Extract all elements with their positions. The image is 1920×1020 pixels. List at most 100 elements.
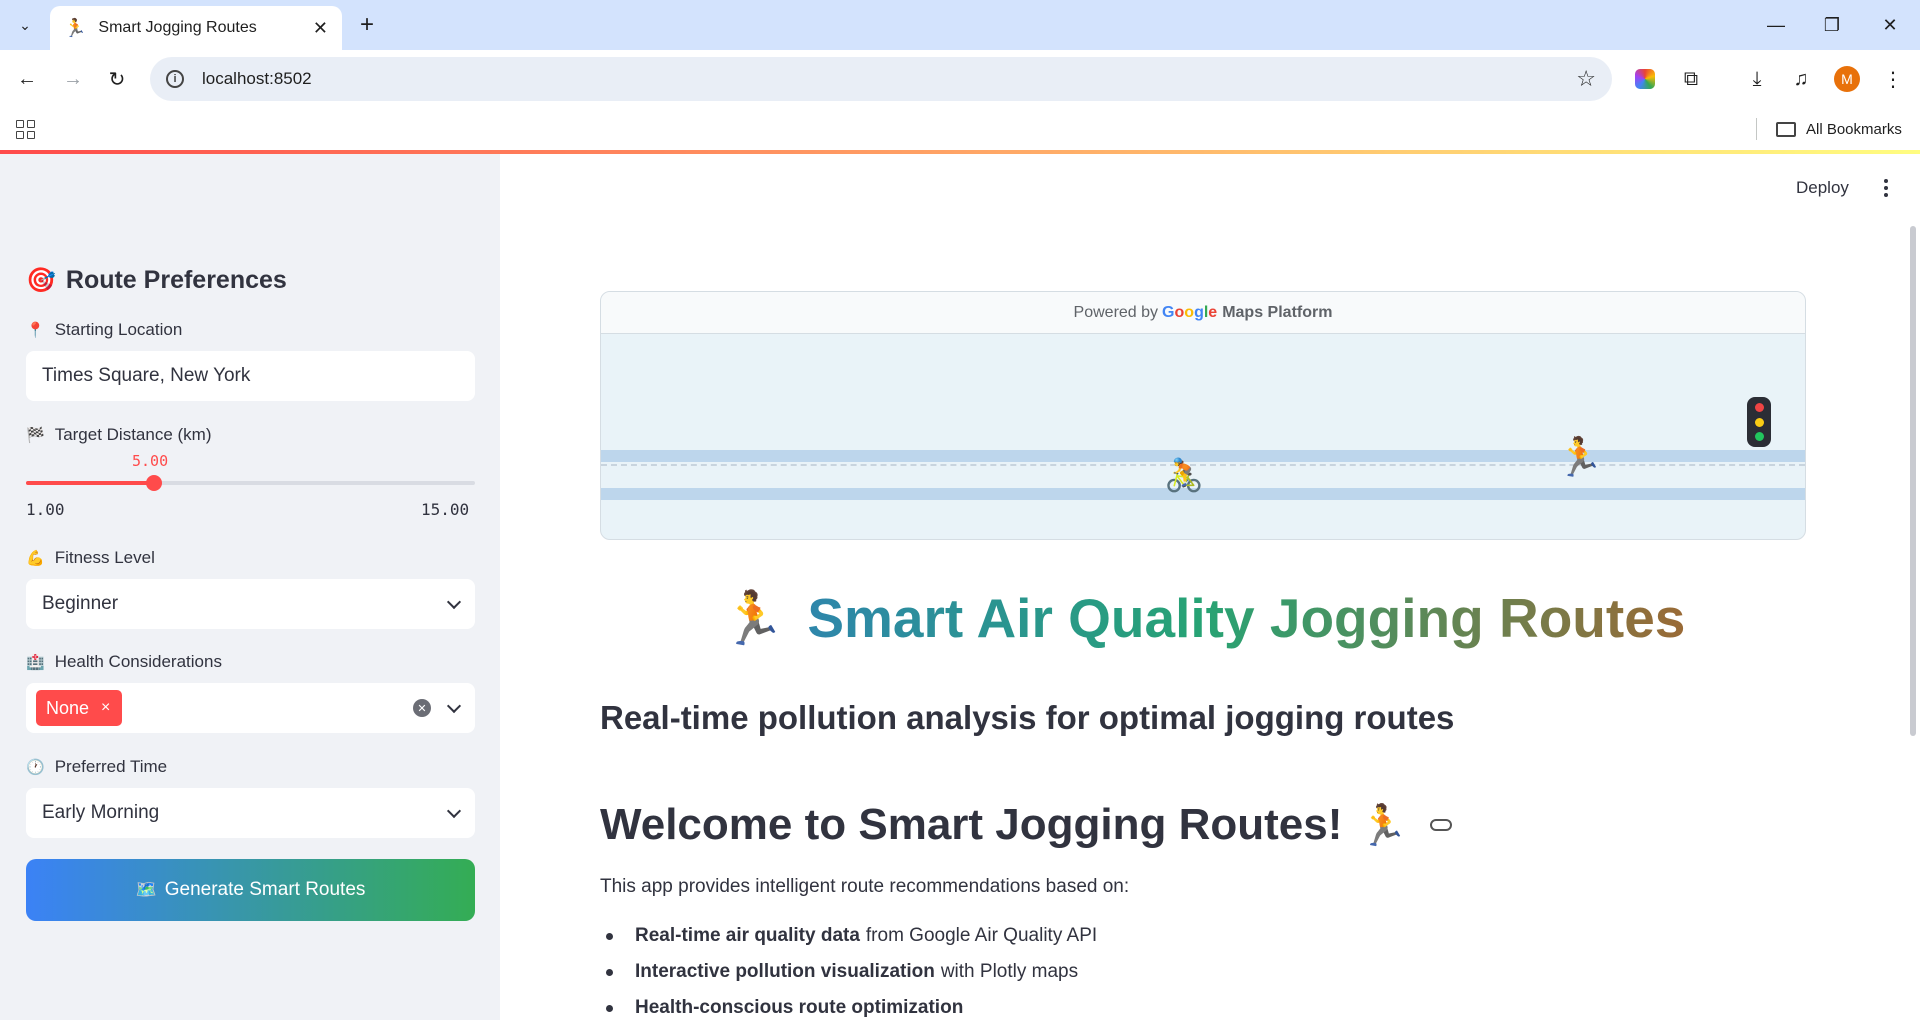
new-tab-icon[interactable]: + (352, 10, 382, 40)
app-title-text: Smart Air Quality Jogging Routes (807, 587, 1686, 649)
feature-rest: with Plotly maps (940, 961, 1079, 982)
google-logo-letter: e (1208, 303, 1218, 321)
tab-close-icon[interactable]: ✕ (313, 18, 328, 39)
feature-bold: Interactive pollution visualization (635, 961, 935, 982)
scrollbar[interactable] (1910, 226, 1916, 736)
anchor-link-icon[interactable] (1430, 819, 1453, 831)
tab-favicon: 🏃 (64, 17, 87, 38)
media-controls-icon[interactable]: ♫ (1784, 62, 1818, 96)
target-icon: 🎯 (26, 267, 56, 294)
hospital-icon: 🏥 (26, 654, 45, 671)
forward-icon[interactable]: → (56, 62, 90, 96)
starting-location-label-text: Starting Location (54, 320, 183, 339)
powered-by-header: Powered by Google Maps Platform (601, 292, 1805, 334)
browser-toolbar: ← → ↻ i localhost:8502 ☆ ⧉ ⤓ ♫ M ⋮ (0, 50, 1920, 108)
maps-platform-text: Maps Platform (1222, 303, 1333, 321)
sidebar-title: 🎯 Route Preferences (26, 266, 287, 295)
back-icon[interactable]: ← (10, 62, 44, 96)
intro-text: This app provides intelligent route reco… (600, 876, 1130, 897)
color-extension-icon[interactable] (1628, 62, 1662, 96)
runner-icon: 🏃 (1556, 437, 1604, 479)
feature-list: Real-time air quality data from Google Ai… (600, 918, 1097, 1020)
apps-grid-icon[interactable] (12, 116, 38, 142)
list-item: Health-conscious route optimization (600, 990, 1097, 1020)
checkered-flag-icon: 🏁 (26, 427, 45, 444)
app-subtitle: Real-time pollution analysis for optimal… (600, 699, 1455, 736)
restore-icon[interactable]: ❐ (1812, 8, 1852, 42)
generate-routes-button[interactable]: 🗺️ Generate Smart Routes (26, 859, 475, 921)
google-logo-text: Google (1162, 304, 1217, 322)
preferred-time-value: Early Morning (42, 802, 160, 823)
site-info-icon[interactable]: i (166, 70, 184, 88)
feature-bold: Health-conscious route optimization (635, 997, 964, 1018)
bookmarks-bar: All Bookmarks (0, 108, 1920, 150)
sidebar-title-text: Route Preferences (65, 266, 287, 294)
bookmark-star-icon[interactable]: ☆ (1576, 66, 1596, 92)
extensions-icon[interactable]: ⧉ (1674, 62, 1708, 96)
main-content: Deploy Powered by Google Maps Platform 🚴… (500, 154, 1920, 1020)
feature-bold: Real-time air quality data (635, 925, 860, 946)
tab-search-icon[interactable]: ⌄ (10, 10, 40, 40)
slider-thumb[interactable] (146, 475, 163, 491)
close-window-icon[interactable]: ✕ (1870, 8, 1910, 42)
powered-by-text: Powered by (1073, 303, 1159, 321)
traffic-light-icon (1747, 397, 1771, 447)
all-bookmarks-button[interactable]: All Bookmarks (1776, 116, 1902, 142)
deploy-button[interactable]: Deploy (1796, 178, 1849, 198)
starting-location-label: 📍 Starting Location (26, 320, 182, 340)
main-menu-icon[interactable] (1876, 176, 1896, 200)
tab-title: Smart Jogging Routes (98, 19, 257, 36)
fitness-level-label: 💪 Fitness Level (26, 548, 155, 568)
all-bookmarks-label: All Bookmarks (1806, 120, 1902, 138)
animated-banner: Powered by Google Maps Platform 🚴 🏃 (600, 291, 1806, 540)
profile-avatar[interactable]: M (1834, 66, 1860, 92)
minimize-icon[interactable]: — (1756, 8, 1796, 42)
url-text[interactable]: localhost:8502 (202, 69, 1576, 89)
fitness-level-value: Beginner (42, 593, 119, 614)
google-logo-letter: G (1162, 303, 1175, 321)
map-icon: 🗺️ (135, 880, 157, 899)
app-title: 🏃 Smart Air Quality Jogging Routes (600, 586, 1806, 650)
target-distance-slider[interactable] (26, 475, 475, 491)
chevron-down-icon (446, 594, 462, 609)
sidebar: 🎯 Route Preferences 📍 Starting Location … (0, 154, 500, 1020)
slider-fill (26, 481, 155, 485)
chevron-down-icon (446, 803, 462, 818)
reload-icon[interactable]: ↻ (100, 62, 134, 96)
traffic-light-lamp (1754, 417, 1764, 427)
slider-min-value: 1.00 (26, 500, 65, 519)
preferred-time-label: 🕐 Preferred Time (26, 757, 167, 777)
traffic-light-lamp (1754, 402, 1764, 412)
address-bar[interactable]: i localhost:8502 ☆ (150, 57, 1612, 101)
chevron-down-icon[interactable] (446, 698, 462, 713)
browser-menu-icon[interactable]: ⋮ (1876, 62, 1910, 96)
starting-location-input[interactable] (26, 351, 475, 401)
list-item: Interactive pollution visualization with … (600, 954, 1097, 990)
slider-max-value: 15.00 (421, 500, 470, 519)
clear-all-icon[interactable]: ✕ (413, 699, 431, 717)
cyclist-icon: 🚴 (1164, 457, 1204, 493)
downloads-icon[interactable]: ⤓ (1740, 62, 1774, 96)
feature-rest: from Google Air Quality API (865, 925, 1098, 946)
clock-icon: 🕐 (26, 759, 45, 776)
browser-tab-active[interactable]: 🏃 Smart Jogging Routes ✕ (50, 6, 342, 50)
traffic-light-lamp (1754, 432, 1764, 442)
list-item: Real-time air quality data from Google Ai… (600, 918, 1097, 954)
fitness-level-select[interactable]: Beginner (26, 579, 475, 629)
fitness-level-label-text: Fitness Level (54, 548, 155, 567)
folder-icon (1776, 121, 1796, 137)
google-logo-letter: o (1184, 303, 1195, 321)
selected-chip-none: None × (36, 690, 123, 726)
preferred-time-label-text: Preferred Time (54, 757, 168, 776)
target-distance-label-text: Target Distance (km) (54, 425, 212, 444)
google-logo-letter: o (1174, 303, 1185, 321)
health-considerations-label: 🏥 Health Considerations (26, 652, 222, 672)
health-considerations-multiselect[interactable]: None × ✕ (26, 683, 475, 733)
chip-remove-icon[interactable]: × (101, 699, 110, 717)
slider-current-value: 5.00 (132, 452, 169, 470)
google-logo-letter: g (1194, 303, 1204, 321)
preferred-time-select[interactable]: Early Morning (26, 788, 475, 838)
runner-icon: 🏃 (720, 589, 786, 648)
target-distance-label: 🏁 Target Distance (km) (26, 425, 212, 445)
browser-tab-bar: ⌄ 🏃 Smart Jogging Routes ✕ + — ❐ ✕ (0, 0, 1920, 50)
